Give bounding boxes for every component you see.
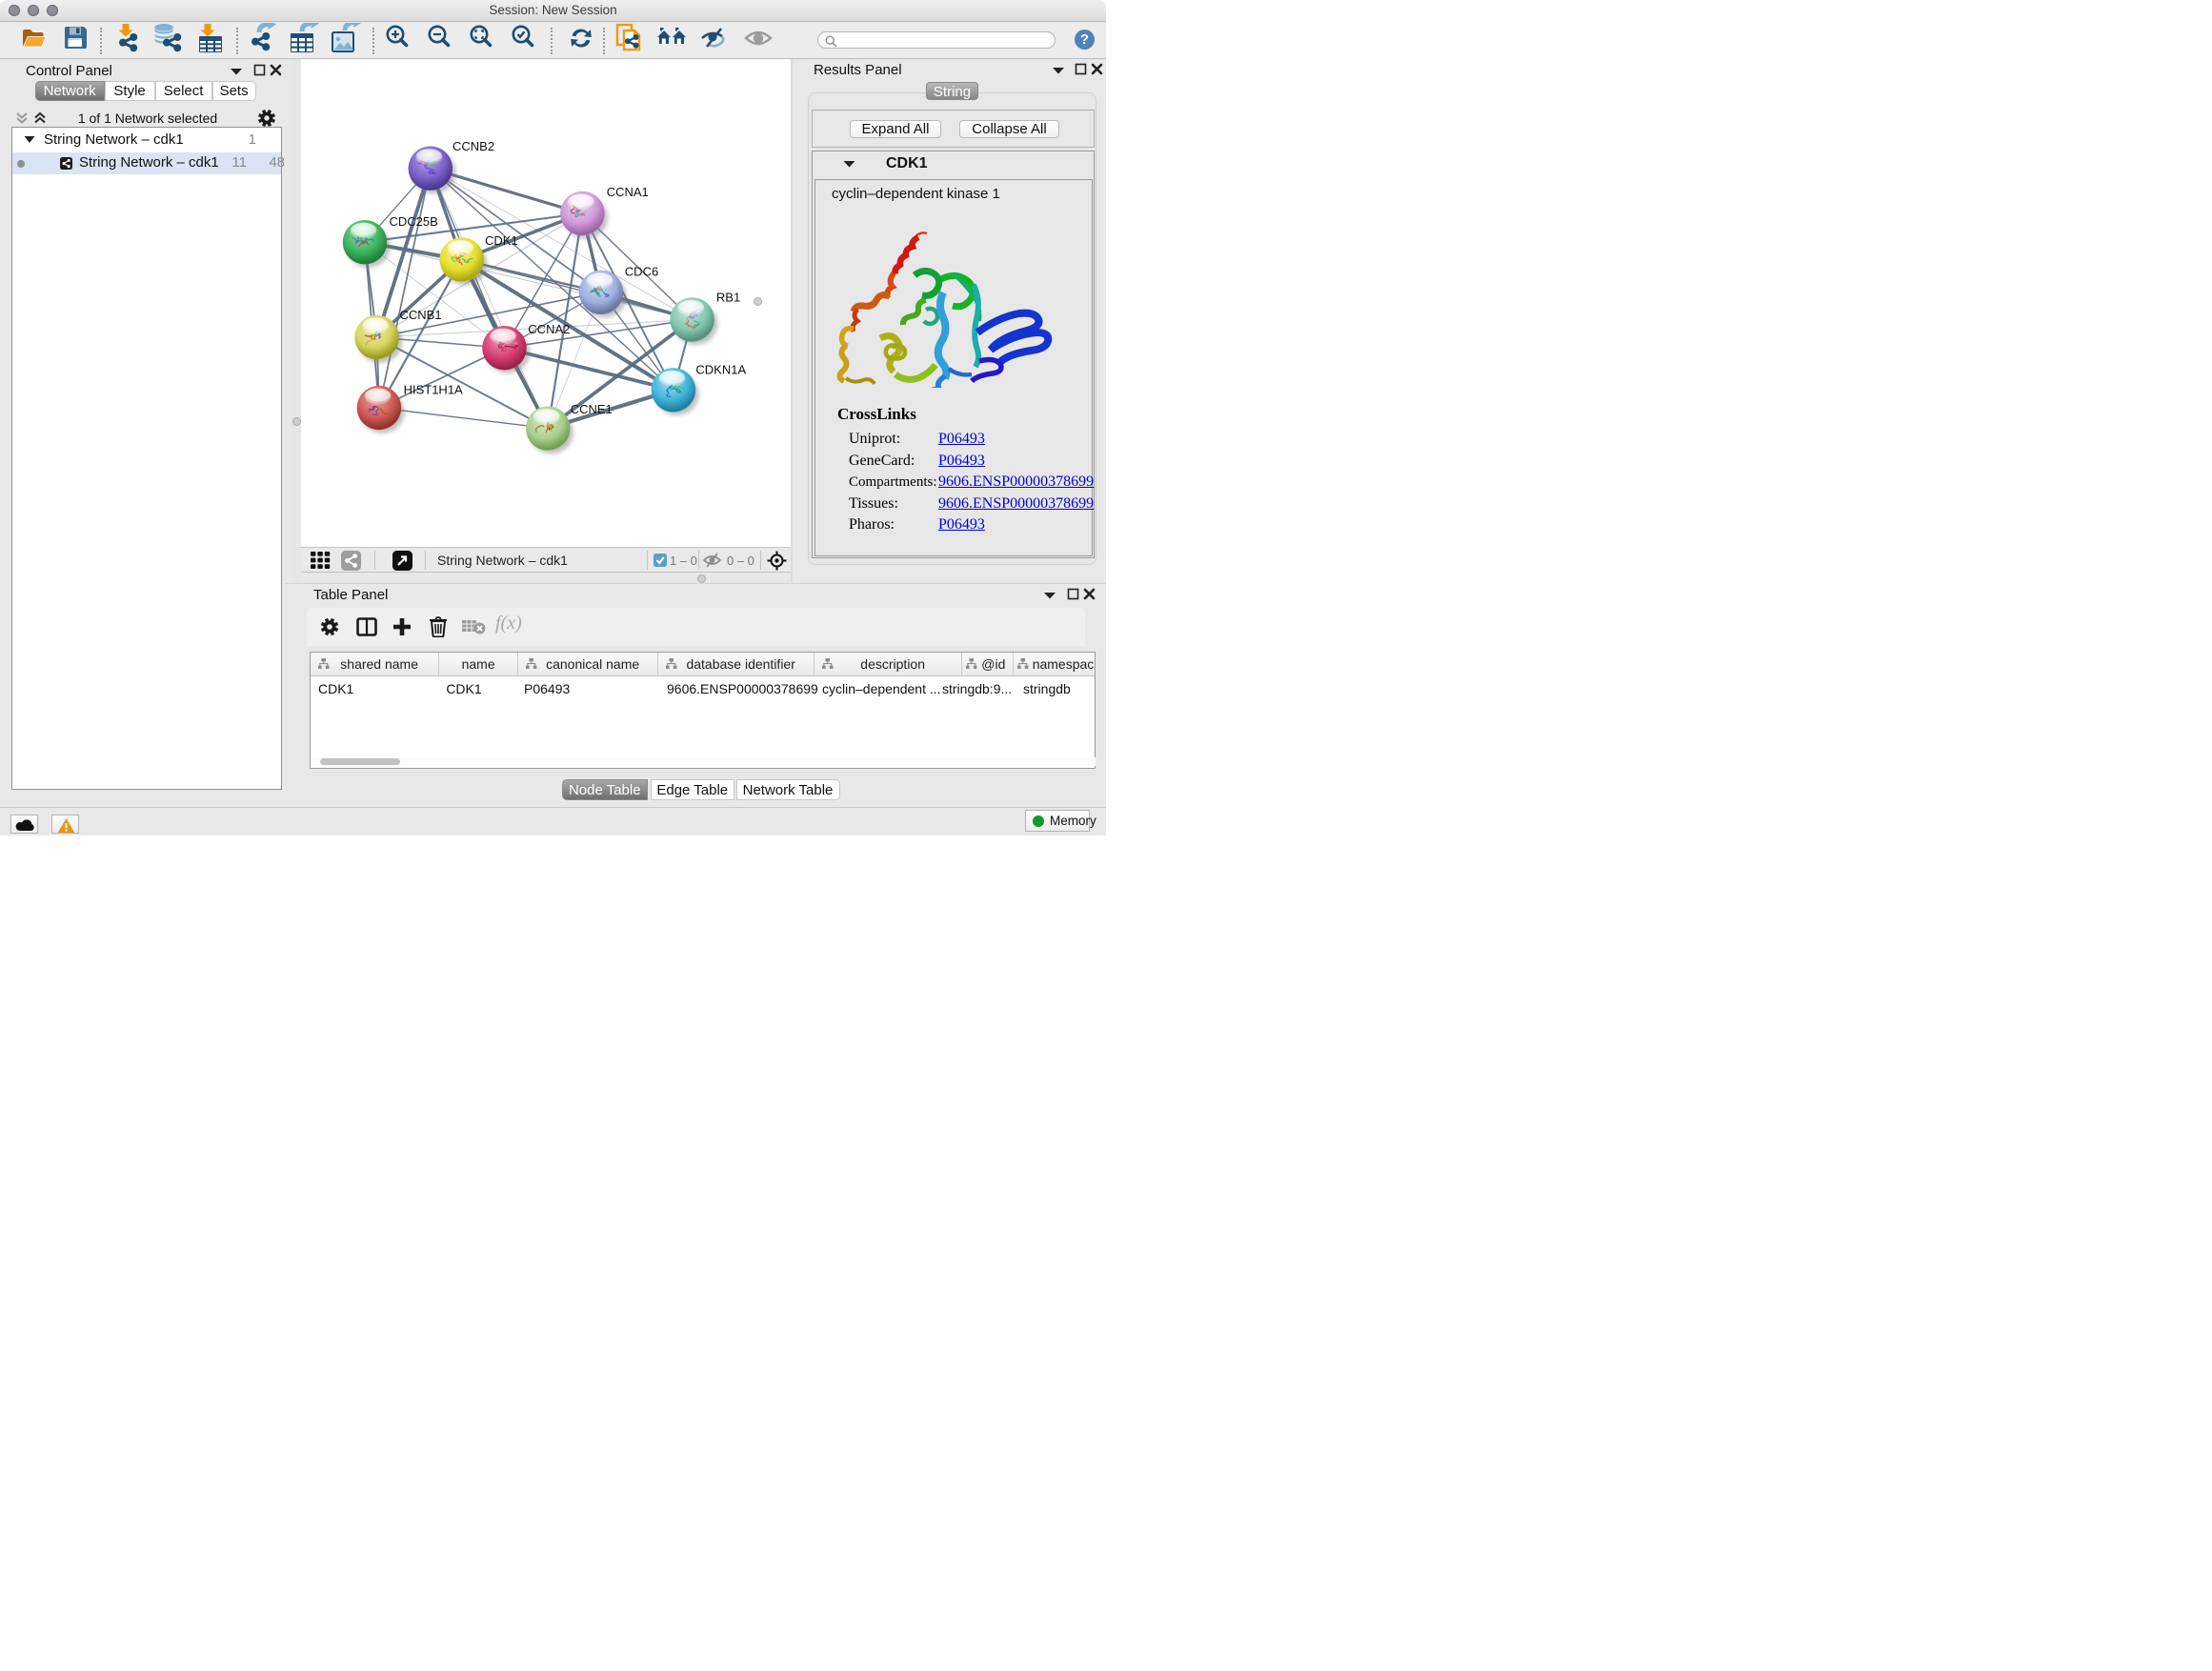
svg-text:CDC25B: CDC25B	[390, 214, 438, 229]
svg-text:CCNB1: CCNB1	[400, 308, 442, 322]
svg-text:CDK1: CDK1	[485, 233, 518, 248]
svg-text:RB1: RB1	[716, 291, 740, 305]
svg-text:CCNA1: CCNA1	[607, 185, 649, 199]
svg-text:CCNB2: CCNB2	[452, 139, 494, 153]
svg-text:CDKN1A: CDKN1A	[695, 363, 746, 377]
svg-text:CCNA2: CCNA2	[528, 322, 570, 336]
svg-text:CDC6: CDC6	[625, 265, 658, 279]
svg-text:CCNE1: CCNE1	[571, 402, 613, 416]
svg-text:HIST1H1A: HIST1H1A	[404, 382, 463, 396]
